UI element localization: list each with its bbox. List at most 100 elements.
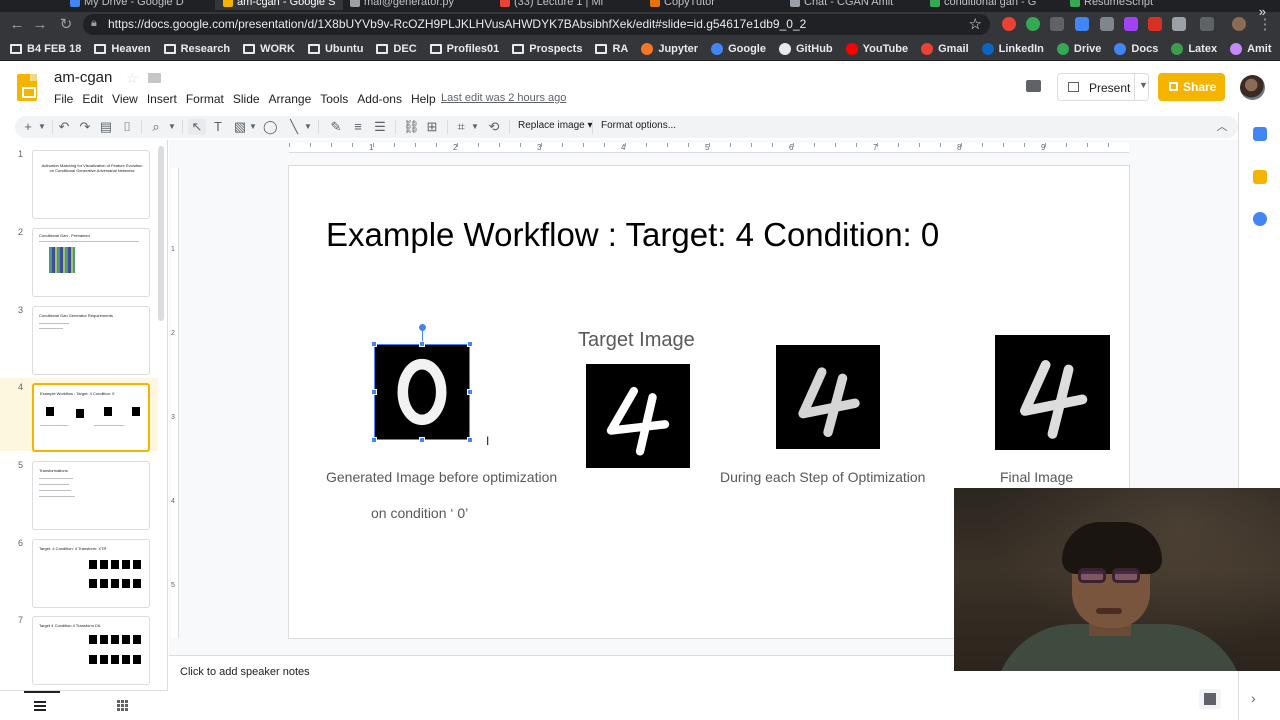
bookmark-item[interactable]: Profiles01 xyxy=(429,43,499,55)
browser-tab[interactable]: am-cgan - Google S xyxy=(215,0,344,10)
extension-icon[interactable] xyxy=(1124,17,1138,31)
extension-icon[interactable] xyxy=(1075,17,1089,31)
collapse-toolbar-icon[interactable]: ︿ xyxy=(1215,119,1229,135)
calendar-icon[interactable] xyxy=(1253,127,1267,141)
resize-handle[interactable] xyxy=(467,389,473,395)
menu-slide[interactable]: Slide xyxy=(233,92,260,106)
explore-icon[interactable] xyxy=(1199,689,1221,709)
document-title[interactable]: am-cgan xyxy=(54,69,112,86)
line-icon[interactable]: ╲ xyxy=(287,119,301,135)
last-edit-link[interactable]: Last edit was 2 hours ago xyxy=(441,92,566,104)
target-four-image[interactable] xyxy=(586,364,690,468)
bookmark-item[interactable]: Gmail xyxy=(921,42,969,55)
menu-view[interactable]: View xyxy=(112,92,138,106)
bookmark-item[interactable]: YouTube xyxy=(845,42,908,55)
present-button[interactable]: Present ▼ xyxy=(1057,73,1149,101)
menu-tools[interactable]: Tools xyxy=(320,92,348,106)
chevron-right-icon[interactable]: › xyxy=(1251,690,1256,706)
menu-insert[interactable]: Insert xyxy=(147,92,177,106)
tasks-icon[interactable] xyxy=(1253,212,1267,226)
resize-handle[interactable] xyxy=(419,341,425,347)
paint-format-icon[interactable]: ⌷ xyxy=(120,119,134,135)
menu-format[interactable]: Format xyxy=(186,92,224,106)
bookmark-item[interactable]: Prospects xyxy=(512,43,582,55)
browser-tab[interactable]: Chat - CGAN Amit xyxy=(790,0,893,10)
comments-icon[interactable] xyxy=(1026,80,1041,92)
chevron-down-icon[interactable]: ▼ xyxy=(1139,80,1148,90)
resize-handle[interactable] xyxy=(419,437,425,443)
extension-icon[interactable] xyxy=(1172,17,1186,31)
crop-icon[interactable]: ⌗ xyxy=(454,119,468,135)
optimization-step-image[interactable] xyxy=(776,345,880,449)
chevron-down-icon[interactable]: ▼ xyxy=(471,119,479,135)
bookmark-item[interactable]: Amit xyxy=(1230,42,1272,55)
bookmark-star-icon[interactable]: ☆ xyxy=(969,15,982,33)
redo-icon[interactable]: ↷ xyxy=(78,119,92,135)
slide-thumbnail[interactable]: 7 Target 4 Condition 4 Transform DIL xyxy=(0,611,158,685)
print-icon[interactable]: ▤ xyxy=(99,119,113,135)
slide-thumbnail-active[interactable]: 4 Example Workflow : Target: 4 Condition… xyxy=(0,378,158,452)
link-icon[interactable]: ⛓ xyxy=(403,119,420,135)
final-image[interactable] xyxy=(995,335,1110,450)
reload-icon[interactable]: ↻ xyxy=(57,16,75,34)
resize-handle[interactable] xyxy=(371,437,377,443)
bookmark-item[interactable]: Research xyxy=(163,43,230,55)
reset-image-icon[interactable]: ⟲ xyxy=(487,119,501,135)
profile-avatar-icon[interactable] xyxy=(1232,17,1246,31)
zoom-icon[interactable]: ⌕ xyxy=(149,119,163,135)
replace-image-menu[interactable]: Replace image ▾ xyxy=(518,120,593,131)
add-comment-icon[interactable]: ⊞ xyxy=(425,119,439,135)
share-button[interactable]: Share xyxy=(1158,73,1225,101)
menu-arrange[interactable]: Arrange xyxy=(269,92,312,106)
bookmark-item[interactable]: WORK xyxy=(243,43,295,55)
browser-tab[interactable]: mai@generator.py xyxy=(350,0,454,10)
border-color-icon[interactable]: ✎ xyxy=(329,119,343,135)
address-url[interactable]: https://docs.google.com/presentation/d/1… xyxy=(108,17,806,31)
slide-thumbnail[interactable]: 5 Transformations xyxy=(0,456,158,530)
resize-handle[interactable] xyxy=(467,437,473,443)
chevron-down-icon[interactable]: ▼ xyxy=(37,119,47,135)
filmstrip-scrollbar[interactable] xyxy=(158,146,164,321)
browser-tab[interactable]: (33) Lecture 1 | Mi xyxy=(500,0,603,10)
border-dash-icon[interactable]: ☰ xyxy=(373,119,387,135)
slides-logo-icon[interactable] xyxy=(17,74,37,101)
chevron-down-icon[interactable]: ▼ xyxy=(249,119,257,135)
caption-final-image[interactable]: Final Image xyxy=(1000,469,1073,485)
extension-icon[interactable] xyxy=(1100,17,1114,31)
bookmarks-overflow-icon[interactable]: » xyxy=(1259,4,1266,19)
undo-icon[interactable]: ↶ xyxy=(57,119,71,135)
grid-view-icon[interactable] xyxy=(117,700,128,711)
caption-during-optimization[interactable]: During each Step of Optimization xyxy=(720,469,925,485)
bookmark-item[interactable]: GitHub xyxy=(778,42,833,55)
resize-handle[interactable] xyxy=(467,341,473,347)
bookmark-item[interactable]: LinkedIn xyxy=(981,42,1044,55)
star-icon[interactable]: ☆ xyxy=(126,70,139,87)
slide-thumbnail[interactable]: 3 Conditional Gan Generator Requirements xyxy=(0,301,158,375)
chevron-down-icon[interactable]: ▼ xyxy=(167,119,177,135)
browser-tab[interactable]: My Drive - Google D xyxy=(70,0,184,10)
resize-handle[interactable] xyxy=(371,341,377,347)
target-image-label[interactable]: Target Image xyxy=(578,329,695,352)
menu-file[interactable]: File xyxy=(54,92,73,106)
download-extension-icon[interactable] xyxy=(1050,17,1064,31)
back-icon[interactable]: ← xyxy=(8,16,26,34)
bookmark-item[interactable]: B4 FEB 18 xyxy=(10,43,81,55)
shape-icon[interactable]: ◯ xyxy=(263,119,278,135)
bookmark-item[interactable]: RA xyxy=(595,43,628,55)
bookmark-item[interactable]: Drive xyxy=(1056,42,1101,55)
extension-icon[interactable] xyxy=(1026,17,1040,31)
text-box-icon[interactable]: T xyxy=(211,119,225,135)
extension-icon[interactable] xyxy=(1200,17,1214,31)
bookmark-item[interactable]: Ubuntu xyxy=(307,43,363,55)
border-weight-icon[interactable]: ≡ xyxy=(351,119,365,135)
bookmark-item[interactable]: Heaven xyxy=(94,43,151,55)
resize-handle[interactable] xyxy=(371,389,377,395)
keep-icon[interactable] xyxy=(1253,170,1267,184)
menu-add-ons[interactable]: Add-ons xyxy=(357,92,402,106)
filmstrip-view-icon[interactable] xyxy=(34,701,46,711)
shield-icon[interactable] xyxy=(1148,17,1162,31)
bookmark-item[interactable]: Jupyter xyxy=(641,42,698,55)
slide-thumbnail[interactable]: 1 Activation Matching for Visualization … xyxy=(0,145,158,219)
address-bar[interactable]: 🔒︎ https://docs.google.com/presentation/… xyxy=(83,14,990,35)
bookmark-item[interactable]: Docs xyxy=(1114,42,1158,55)
